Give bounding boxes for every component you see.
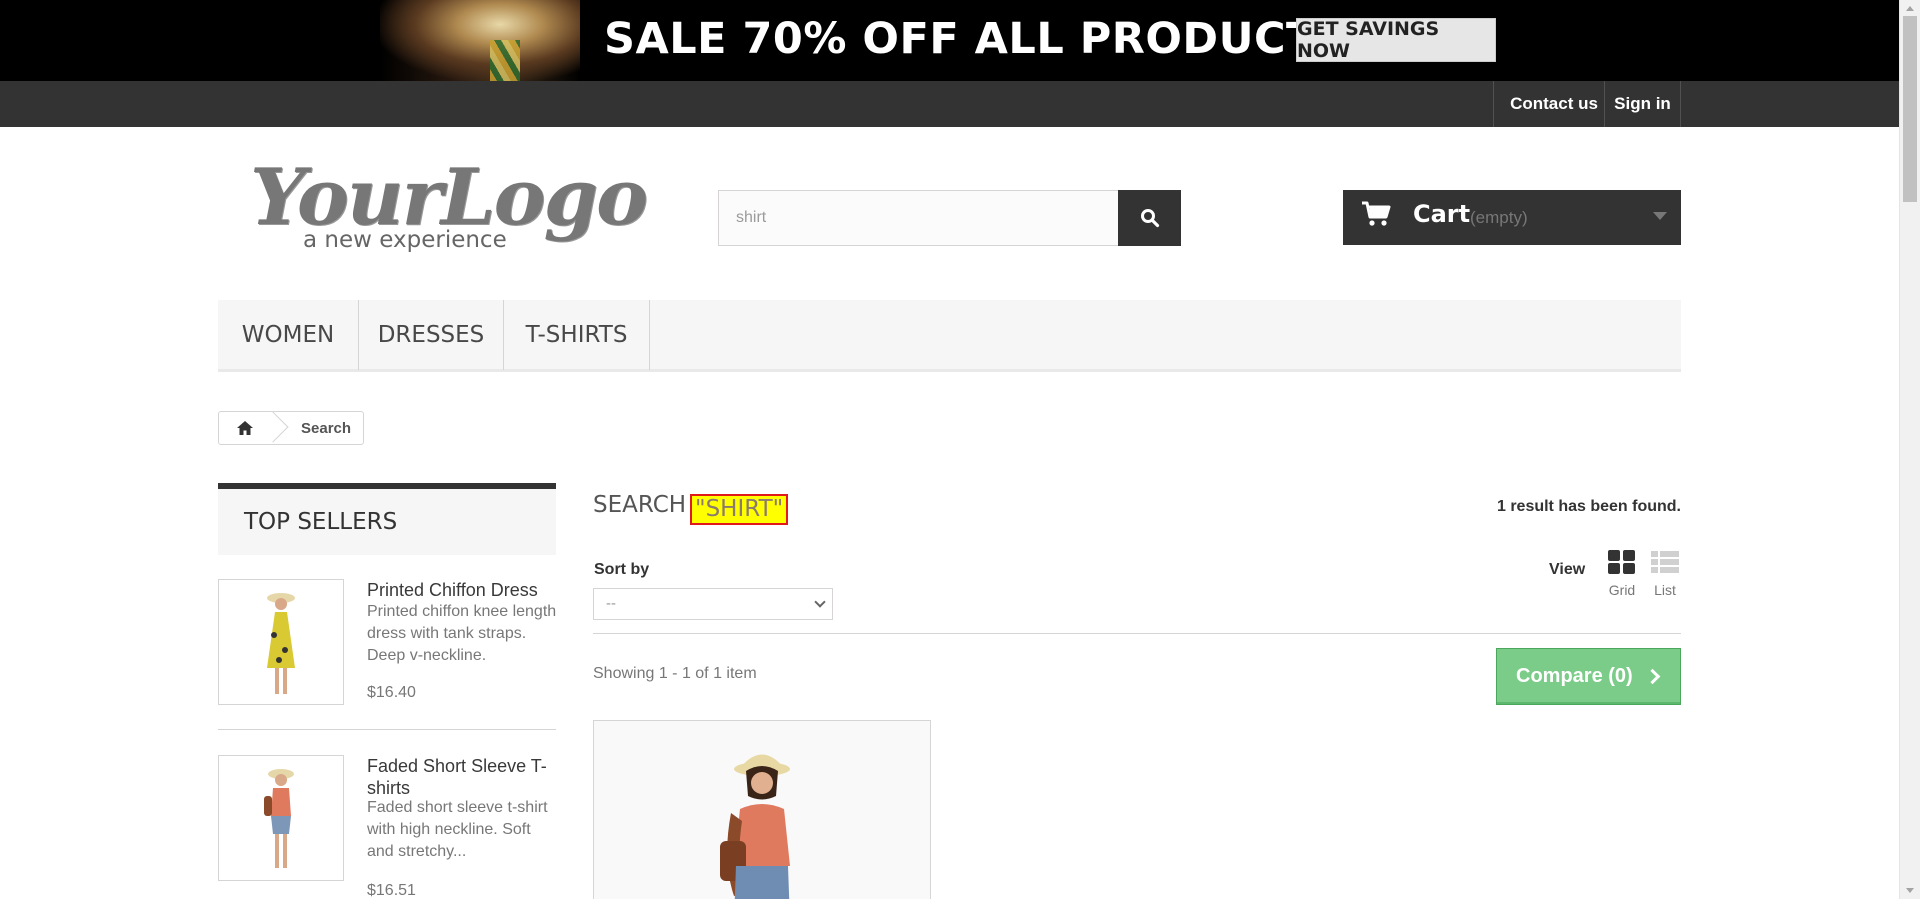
scroll-thumb[interactable] — [1903, 16, 1917, 202]
search-input[interactable] — [719, 191, 1118, 245]
site-logo[interactable]: YourLogo a new experience — [250, 152, 648, 262]
compare-button[interactable]: Compare (0) — [1496, 648, 1681, 705]
product-image — [594, 721, 930, 899]
sort-select[interactable]: -- — [593, 588, 833, 620]
menu-item-women[interactable]: Women — [218, 300, 359, 370]
sort-label: Sort by — [594, 561, 650, 578]
main-menu: Women Dresses T-shirts — [218, 300, 1681, 372]
search-box — [718, 190, 1119, 246]
caret-down-icon — [1653, 212, 1667, 220]
product-card[interactable] — [593, 720, 931, 899]
search-icon — [1140, 209, 1159, 228]
product-price: $16.40 — [367, 684, 416, 701]
cart-icon — [1362, 201, 1391, 226]
banner-headline: SALE 70% OFF ALL PRODUCTS — [604, 14, 1348, 64]
compare-label: Compare (0) — [1516, 665, 1633, 687]
product-thumbnail[interactable] — [218, 579, 344, 705]
page: SALE 70% OFF ALL PRODUCTS GET SAVINGS NO… — [0, 0, 1920, 899]
divider — [218, 729, 556, 730]
chevron-right-icon — [1644, 668, 1660, 685]
result-count: 1 result has been found. — [1496, 498, 1681, 515]
top-sellers-title[interactable]: Top sellers — [218, 483, 556, 555]
search-term-highlight: "SHIRT" — [690, 494, 789, 525]
scroll-down-icon[interactable] — [1906, 888, 1914, 893]
view-grid-label: Grid — [1608, 582, 1636, 598]
top-nav: Contact us Sign in — [0, 81, 1899, 127]
view-list-label: List — [1654, 582, 1676, 598]
breadcrumb-current: Search — [301, 420, 352, 437]
product-name-link[interactable]: Faded Short Sleeve T-shirts — [367, 755, 557, 799]
banner-model-image — [380, 0, 580, 81]
cart-label: Cart — [1413, 200, 1471, 228]
product-name-link[interactable]: Printed Chiffon Dress — [367, 579, 557, 601]
scroll-up-icon[interactable] — [1906, 6, 1914, 11]
view-label: View — [1549, 561, 1586, 578]
breadcrumb-home[interactable] — [219, 412, 271, 444]
cart-button[interactable]: Cart (empty) — [1343, 190, 1681, 245]
product-thumbnail[interactable] — [218, 755, 344, 881]
search-button[interactable] — [1118, 190, 1181, 246]
menu-item-dresses[interactable]: Dresses — [359, 300, 504, 370]
sort-selected-value: -- — [606, 595, 616, 612]
product-description: Faded short sleeve t-shirt with high nec… — [367, 799, 548, 860]
sign-in-link[interactable]: Sign in — [1604, 81, 1681, 127]
showing-count: Showing 1 - 1 of 1 item — [593, 665, 757, 682]
promo-banner[interactable]: SALE 70% OFF ALL PRODUCTS GET SAVINGS NO… — [0, 0, 1899, 81]
chevron-down-icon — [814, 596, 826, 608]
product-description: Printed chiffon knee length dress with t… — [367, 603, 557, 664]
cart-status: (empty) — [1470, 208, 1528, 227]
breadcrumb: Search — [218, 411, 364, 445]
list-icon — [1651, 551, 1679, 573]
product-price: $16.51 — [367, 882, 416, 899]
menu-item-t-shirts[interactable]: T-shirts — [504, 300, 650, 370]
divider — [593, 633, 1681, 634]
get-savings-button[interactable]: GET SAVINGS NOW — [1296, 18, 1496, 62]
contact-us-link[interactable]: Contact us — [1493, 81, 1614, 127]
home-icon — [237, 421, 253, 435]
tshirt-model-image — [264, 769, 294, 868]
view-grid-button[interactable]: Grid — [1606, 549, 1638, 598]
grid-icon — [1608, 550, 1635, 574]
dress-model-image — [267, 593, 295, 694]
top-sellers-heading: Top sellers — [244, 509, 398, 535]
page-title: SEARCH — [593, 492, 687, 518]
page-scrollbar[interactable] — [1899, 0, 1920, 899]
view-list-button[interactable]: List — [1649, 549, 1681, 598]
logo-tagline: a new experience — [303, 227, 507, 253]
